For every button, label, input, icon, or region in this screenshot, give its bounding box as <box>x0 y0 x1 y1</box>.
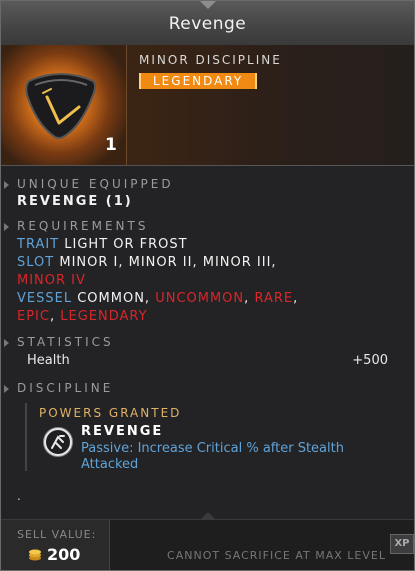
section-arrow-icon <box>4 385 9 393</box>
stat-health-value: +500 <box>352 353 388 368</box>
section-arrow-icon <box>4 181 9 189</box>
item-subtype: MINOR DISCIPLINE <box>139 53 282 67</box>
slot-label: SLOT <box>17 255 55 270</box>
title-bar: Revenge <box>1 1 414 46</box>
rarity-badge: LEGENDARY <box>139 73 258 89</box>
sell-value-label: SELL VALUE: <box>17 528 97 541</box>
xp-badge[interactable]: XP <box>390 534 414 554</box>
separator: , <box>293 291 299 306</box>
dark-shield-gem-icon <box>25 73 96 139</box>
coin-stack-icon <box>29 549 41 561</box>
power-name: REVENGE <box>81 424 164 439</box>
vessel-epic: EPIC <box>17 309 50 324</box>
discipline-header: DISCIPLINE <box>17 381 114 395</box>
vessel-rare: RARE <box>254 291 294 306</box>
sell-value-amount: 200 <box>47 545 81 564</box>
item-count: 1 <box>105 135 117 155</box>
sacrifice-status: CANNOT SACRIFICE AT MAX LEVEL <box>167 549 386 562</box>
item-header: 1 MINOR DISCIPLINE LEGENDARY <box>1 45 414 166</box>
stat-health-label: Health <box>27 353 70 368</box>
sell-value-box: SELL VALUE: 200 <box>1 520 110 570</box>
section-arrow-icon <box>4 223 9 231</box>
bottom-notch <box>200 512 216 520</box>
vessel-label: VESSEL <box>17 291 73 306</box>
power-description: Passive: Increase Critical % after Steal… <box>81 441 344 472</box>
statistics-header: STATISTICS <box>17 335 114 349</box>
slot-value: MINOR I, MINOR II, MINOR III, <box>59 255 277 270</box>
powers-granted-panel: POWERS GRANTED REVENGE Passive: Increase… <box>25 403 397 472</box>
vessel-common: COMMON <box>77 291 145 306</box>
item-icon-frame: 1 <box>1 45 127 165</box>
requirements-header: REQUIREMENTS <box>17 219 149 233</box>
vessel-legendary: LEGENDARY <box>60 309 148 324</box>
trait-value: LIGHT OR FROST <box>64 237 188 252</box>
top-notch <box>200 1 216 9</box>
tooltip-footer: SELL VALUE: 200 CANNOT SACRIFICE AT MAX … <box>1 512 414 570</box>
unique-equipped-header: UNIQUE EQUIPPED <box>17 177 174 191</box>
unique-equipped-value: REVENGE (1) <box>17 194 133 209</box>
powers-granted-header: POWERS GRANTED <box>39 406 182 420</box>
vessel-requirement-cont: EPIC, LEGENDARY <box>17 309 148 324</box>
slot-requirement: SLOT MINOR I, MINOR II, MINOR III, <box>17 255 277 270</box>
trailing-dot: . <box>17 489 21 503</box>
item-title: Revenge <box>168 14 247 34</box>
revenge-power-icon <box>43 427 73 457</box>
trait-requirement: TRAIT LIGHT OR FROST <box>17 237 188 252</box>
separator: , <box>244 291 250 306</box>
vessel-uncommon: UNCOMMON <box>155 291 245 306</box>
slot-value-unmet: MINOR IV <box>17 273 86 288</box>
separator: , <box>144 291 151 306</box>
vessel-requirement: VESSEL COMMON, UNCOMMON, RARE, <box>17 291 298 306</box>
item-tooltip: Revenge 1 MINOR DISCIPLINE LEGENDARY UNI… <box>0 0 415 571</box>
section-arrow-icon <box>4 339 9 347</box>
separator: , <box>49 309 61 324</box>
trait-label: TRAIT <box>17 237 60 252</box>
